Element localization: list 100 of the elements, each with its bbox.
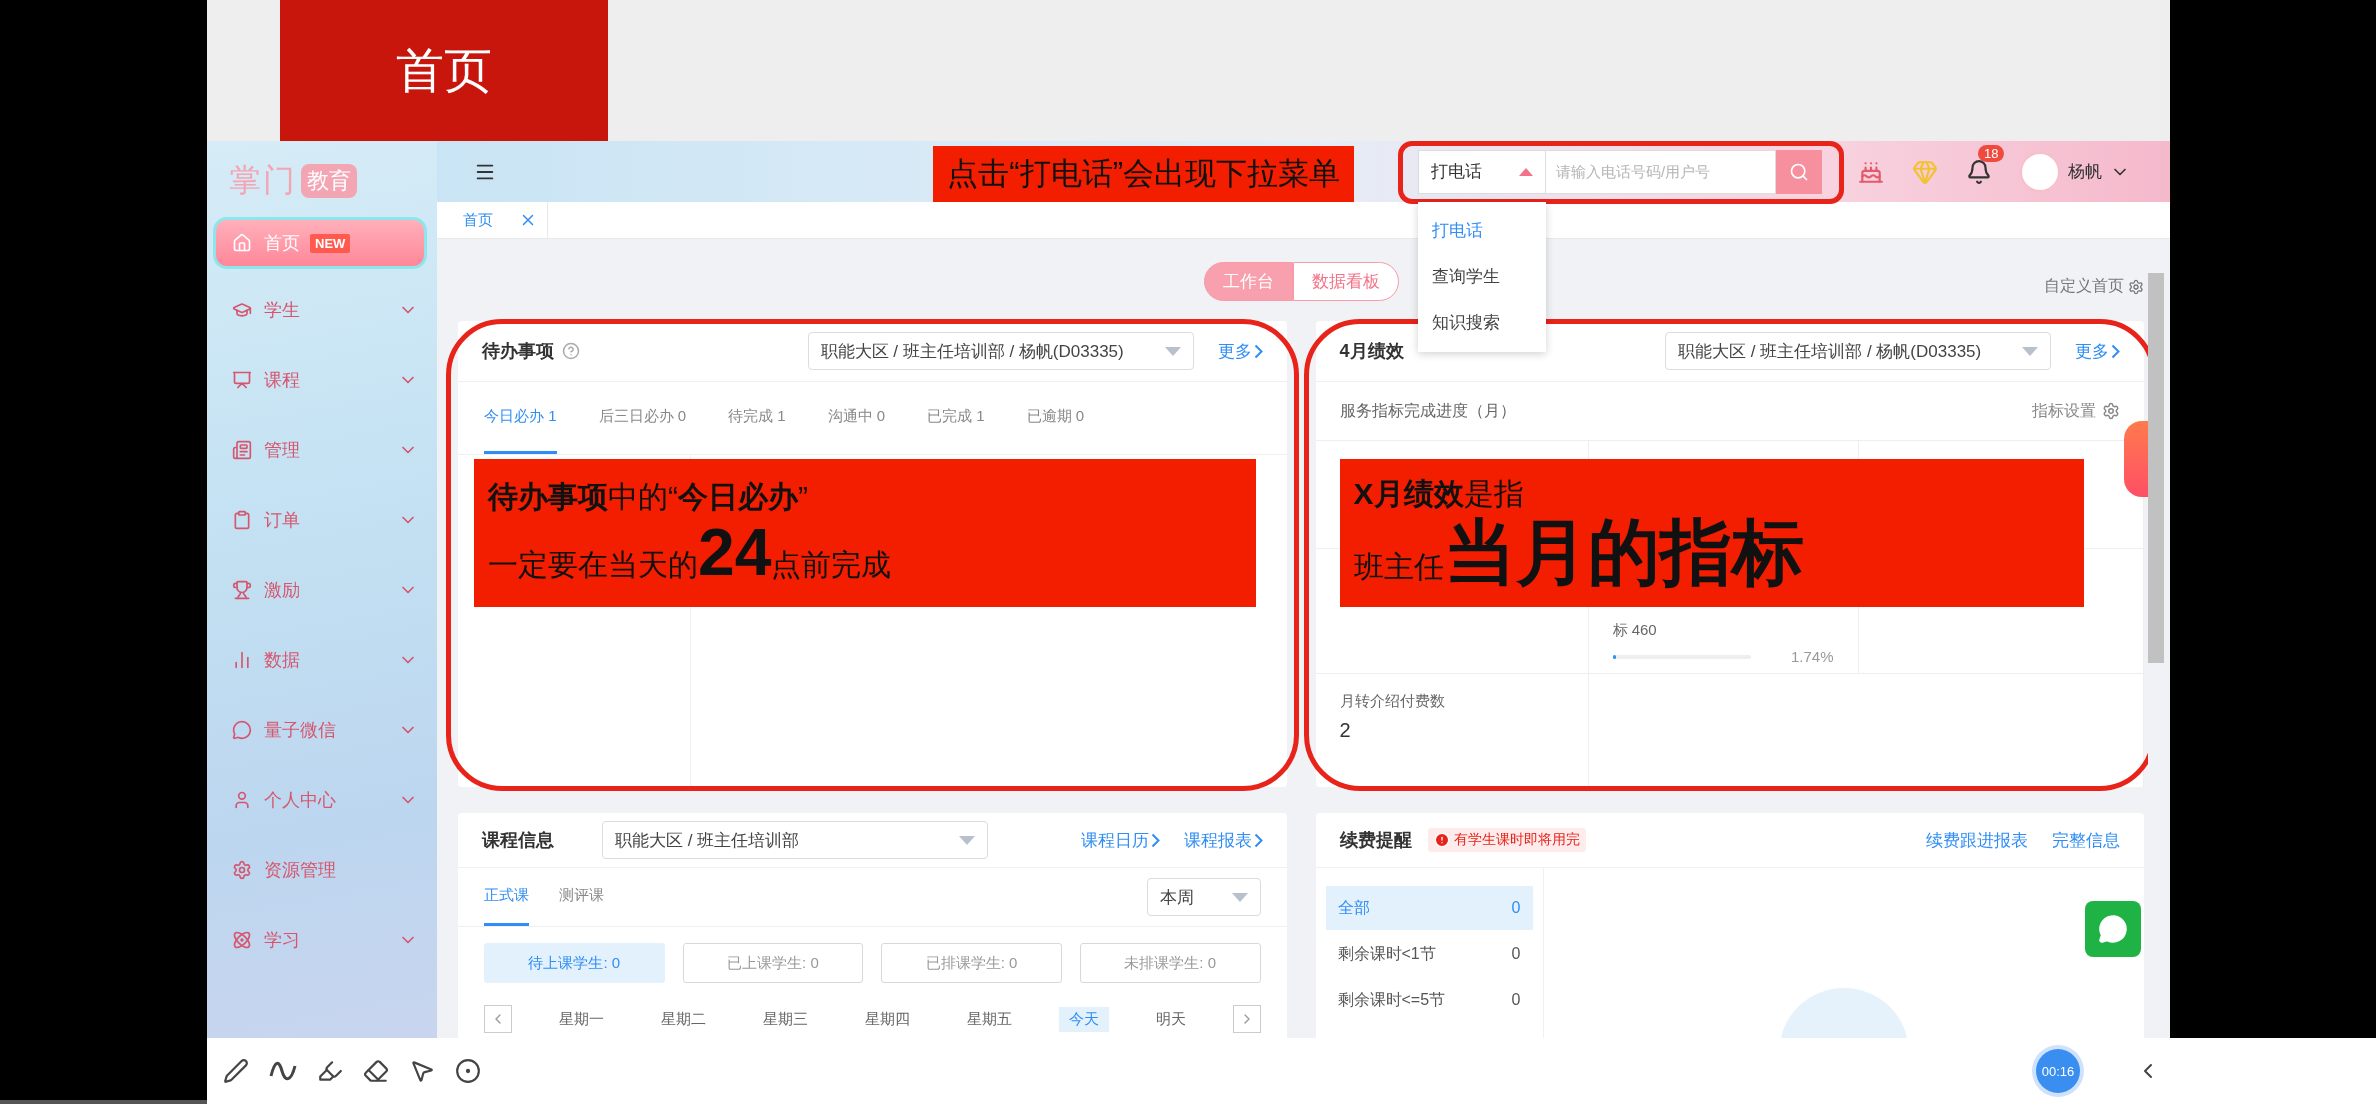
settings-icon[interactable] [2128,278,2144,295]
scope-select[interactable]: 职能大区 / 班主任培训部 / 杨帆(D03335) [807,332,1194,370]
todo-tab[interactable]: 已完成 1 [927,382,985,454]
renewal-filter[interactable]: 全部 0 [1325,886,1533,930]
report-link[interactable]: 课程日历 [1080,828,1160,852]
student-filter-button[interactable]: 待上课学生: 0 [484,943,665,983]
alert-badge: 有学生课时即将用完 [1427,828,1586,852]
sidebar-item[interactable]: 数据 [207,631,437,689]
todo-tab[interactable]: 已逾期 0 [1026,382,1085,454]
report-link[interactable]: 完整信息 [2052,828,2120,852]
record-icon[interactable] [455,1058,481,1084]
report-link[interactable]: 续费跟进报表 [1926,828,2028,852]
annotation-text: 班主任当月的指标 [1353,512,1805,593]
period-select[interactable]: 本周 [1146,878,1261,916]
sidebar-item[interactable]: 激励 [207,561,437,619]
user-name[interactable]: 杨帆 [2068,160,2102,183]
student-filter-button[interactable]: 已排课学生: 0 [881,943,1062,983]
sidebar-item[interactable]: 首页 NEW [213,217,427,269]
day-tab[interactable]: 星期一 [548,1006,614,1032]
clipboard-icon [232,510,252,530]
timer: 00:16 [2036,1049,2080,1093]
settings-icon[interactable] [2102,402,2120,420]
day-tab[interactable]: 星期三 [752,1006,818,1032]
sidebar-item[interactable]: 学生 [207,281,437,339]
mascot-drawing[interactable] [2124,421,2148,497]
chevron-right-icon [1253,832,1263,848]
card-title: 4月绩效 [1339,340,1404,363]
highlighter-icon[interactable] [317,1058,343,1084]
atom-icon [232,930,252,950]
annotation-text: 待办事项中的“今日必办” [488,479,809,516]
course-tab[interactable]: 测评课 [559,868,604,926]
sidebar-item[interactable]: 量子微信 [207,701,437,759]
scope-select[interactable]: 职能大区 / 班主任培训部 [602,821,988,859]
day-tab[interactable]: 今天 [1058,1006,1109,1032]
search-button[interactable] [1776,149,1822,194]
view-toggle[interactable]: 数据看板 [1292,262,1399,301]
metric-target: 标 460 [1612,621,1658,640]
day-tab[interactable]: 明天 [1145,1006,1196,1032]
slide-title: 首页 [280,0,608,141]
menu-item[interactable]: 知识搜索 [1418,299,1546,346]
help-icon[interactable] [562,342,580,360]
logo-text: 掌门 [229,161,297,200]
student-filter-button[interactable]: 未排课学生: 0 [1079,943,1261,983]
pointer-icon[interactable] [409,1058,435,1084]
day-tab[interactable]: 星期四 [854,1006,920,1032]
student-filter-button[interactable]: 已上课学生: 0 [682,943,864,983]
filter-count: 0 [1511,991,1521,1009]
search-mode-select[interactable]: 打电话 [1418,149,1546,194]
card-title: 待办事项 [482,340,554,363]
todo-tab[interactable]: 后三日必办 0 [598,382,687,454]
metric-percent: 1.74% [1790,648,1834,665]
pen-icon[interactable] [223,1058,249,1084]
metric-label: 月转介绍付费数 [1339,692,1446,711]
todo-tab[interactable]: 待完成 1 [728,382,786,454]
chevron-right-icon [2111,343,2120,359]
gear-icon [232,860,252,880]
sidebar-item[interactable]: 资源管理 [207,841,437,899]
bell-icon[interactable] [1966,158,1992,185]
caret-icon [1164,346,1181,356]
alert-icon [1433,832,1450,848]
day-tab[interactable]: 星期二 [650,1006,716,1032]
presentation-icon [232,370,252,390]
todo-tab[interactable]: 沟通中 0 [827,382,886,454]
more-link[interactable]: 更多 [1217,339,1263,363]
notification-count: 18 [1978,144,2005,162]
person-icon [232,790,252,810]
eraser-icon[interactable] [363,1058,389,1084]
view-toggle[interactable]: 工作台 [1203,262,1293,301]
todo-tab[interactable]: 今日必办 1 [484,382,557,454]
renewal-filter[interactable]: 剩余课时<=5节 0 [1325,978,1533,1022]
caret-up-icon [1519,167,1533,176]
sidebar-item[interactable]: 订单 [207,491,437,549]
renewal-filter[interactable]: 剩余课时<1节 0 [1325,932,1533,976]
course-tab[interactable]: 正式课 [484,868,529,926]
report-link[interactable]: 课程报表 [1183,828,1263,852]
chevron-right-icon [1150,832,1160,848]
more-link[interactable]: 更多 [2075,339,2120,363]
trophy-icon [232,580,252,600]
search-field[interactable]: 请输入电话号码/用户号 [1546,149,1776,194]
day-tab[interactable]: 星期五 [956,1006,1022,1032]
settings-link[interactable]: 指标设置 [2032,400,2096,422]
chevron-right-icon [1253,343,1263,359]
house-icon [232,233,252,253]
logo-badge: 教育 [301,164,357,198]
caret-icon [2022,346,2038,356]
page-tab[interactable]: 首页 [453,202,548,238]
filter-count: 0 [1511,899,1521,917]
wechat-button[interactable] [2085,901,2141,957]
menu-item[interactable]: 打电话 [1418,207,1546,254]
annotation-text: 一定要在当天的24点前完成 [488,516,893,589]
card-title: 课程信息 [482,829,554,852]
customize-link[interactable]: 自定义首页 [2044,276,2124,297]
sidebar-item[interactable]: 学习 [207,911,437,969]
scrollbar-thumb[interactable] [2148,273,2164,663]
sidebar-item[interactable]: 管理 [207,421,437,479]
scope-select[interactable]: 职能大区 / 班主任培训部 / 杨帆(D03335) [1665,332,2051,370]
sidebar-item[interactable]: 课程 [207,351,437,409]
chat-bubble-icon [232,720,252,740]
sidebar-item[interactable]: 个人中心 [207,771,437,829]
menu-item[interactable]: 查询学生 [1418,253,1546,300]
